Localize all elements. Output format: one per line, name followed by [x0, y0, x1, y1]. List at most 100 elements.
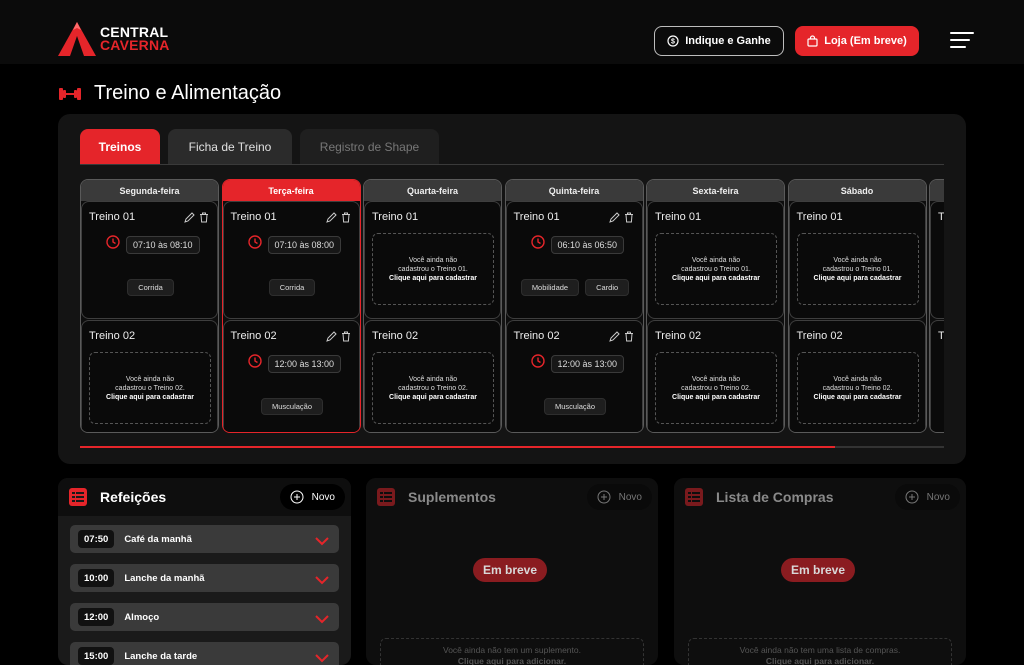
indique-e-ganhe-button[interactable]: $ Indique e Ganhe	[654, 26, 784, 56]
treino-slot[interactable]: Treino 01 Você ainda não cadastrou o Trein…	[788, 201, 926, 319]
meal-name: Café da manhã	[124, 533, 192, 545]
compras-novo-button[interactable]: Novo	[894, 484, 960, 510]
empty-treino-cta[interactable]: Você ainda não cadastrou o Treino 02. Cliq…	[372, 352, 494, 424]
treino-slot[interactable]: Treino 01 07:10 às 08:10 Corrida	[81, 201, 218, 319]
empty-message: Você ainda não	[125, 375, 175, 383]
shopping-bag-icon	[807, 35, 818, 47]
novo-label: Novo	[311, 491, 335, 503]
plus-circle-icon	[905, 490, 919, 504]
cadastrar-link[interactable]: Clique aqui para cadastrar	[373, 393, 493, 402]
meal-row[interactable]: 12:00 Almoço	[70, 603, 339, 631]
clock-icon	[247, 354, 262, 373]
day-header: Quinta-feira	[505, 180, 643, 201]
slot-actions	[325, 329, 351, 347]
loja-button[interactable]: Loja (Em breve)	[795, 26, 919, 56]
compras-header: Lista de Compras Novo	[674, 478, 966, 516]
top-bar: CENTRAL CAVERNA $ Indique e Ganhe Loja (…	[0, 0, 1024, 64]
edit-pencil-icon[interactable]	[325, 329, 337, 347]
cadastrar-link[interactable]: Clique aqui para cadastrar	[656, 393, 776, 402]
treino-slot[interactable]: Treino 01 06:10 às 06:50 Mobilidade Cardio	[505, 201, 643, 319]
lista-de-compras-card: Lista de Compras Novo Em breve Você aind…	[674, 478, 966, 665]
day-header: Segunda-feira	[81, 180, 218, 201]
cadastrar-link[interactable]: Clique aqui para cadastrar	[656, 274, 776, 283]
brand-logo[interactable]: CENTRAL CAVERNA	[58, 22, 170, 56]
chevron-down-icon[interactable]	[315, 650, 329, 665]
edit-pencil-icon[interactable]	[184, 210, 195, 228]
trash-icon[interactable]	[341, 210, 351, 228]
mountain-logo-icon	[58, 22, 96, 56]
refeicoes-novo-button[interactable]: Novo	[279, 484, 345, 510]
trash-icon[interactable]	[624, 329, 634, 347]
chevron-down-icon[interactable]	[315, 572, 329, 590]
day-column: Quinta-feira Treino 01 06:10 às 06:50 Mobil…	[504, 179, 644, 433]
empty-treino-cta[interactable]: Você ainda não cadastrou o Treino 02. Cliq…	[796, 352, 919, 424]
cadastrar-link[interactable]: Clique aqui para cadastrar	[798, 274, 918, 283]
novo-label: Novo	[618, 491, 642, 503]
week-days-scroller[interactable]: Segunda-feira Treino 01 07:10 às 08:10 Corr…	[80, 179, 944, 433]
slot-actions	[325, 210, 351, 228]
meal-row[interactable]: 07:50 Café da manhã	[70, 525, 339, 553]
clock-icon	[247, 235, 262, 254]
svg-text:$: $	[671, 39, 675, 46]
treino-slot[interactable]: Treino 02 Você ainda não cadastrou o Trein…	[364, 320, 501, 432]
empty-treino-cta[interactable]: Você ainda não cadastrou o Treino 01. Cliq…	[655, 233, 777, 305]
treino-slot[interactable]: T	[930, 201, 944, 319]
empty-message: cadastrou o Treino 01.	[398, 265, 468, 273]
empty-message: Você ainda não	[691, 375, 741, 383]
treino-slot[interactable]: Treino 02 12:00 às 13:00 Musculação	[505, 320, 643, 432]
treino-panel: Treinos Ficha de Treino Registro de Shap…	[58, 114, 966, 464]
refeicoes-title: Refeições	[100, 489, 167, 505]
empty-treino-cta[interactable]: Você ainda não cadastrou o Treino 02. Cliq…	[89, 352, 211, 424]
day-column: Quarta-feira Treino 01 Você ainda não cadas…	[363, 179, 502, 433]
scrollbar-thumb[interactable]	[80, 446, 835, 448]
activity-tag: Musculação	[543, 398, 607, 415]
edit-pencil-icon[interactable]	[608, 210, 620, 228]
hamburger-menu-icon[interactable]	[950, 32, 974, 50]
treino-slot[interactable]: Treino 01 Você ainda não cadastrou o Trein…	[364, 201, 501, 319]
cadastrar-link[interactable]: Clique aqui para cadastrar	[798, 393, 918, 402]
treino-slot[interactable]: Treino 02 Você ainda não cadastrou o Trein…	[647, 320, 784, 432]
tab-ficha-de-treino[interactable]: Ficha de Treino	[168, 129, 292, 164]
meal-row[interactable]: 15:00 Lanche da tarde	[70, 642, 339, 665]
compras-empty-state[interactable]: Você ainda não tem uma lista de compras.…	[688, 638, 952, 665]
empty-message: cadastrou o Treino 01.	[822, 265, 893, 273]
suplementos-title: Suplementos	[408, 489, 496, 505]
tab-registro-de-shape[interactable]: Registro de Shape	[300, 129, 439, 164]
treino-slot[interactable]: Treino 01 07:10 às 08:00 Corrida	[222, 201, 360, 319]
time-range: 07:10 às 08:10	[126, 235, 200, 254]
cadastrar-link[interactable]: Clique aqui para cadastrar	[373, 274, 493, 283]
time-row: 06:10 às 06:50	[530, 235, 625, 254]
edit-pencil-icon[interactable]	[325, 210, 337, 228]
treino-slot[interactable]: Treino 01 Você ainda não cadastrou o Trein…	[647, 201, 784, 319]
empty-treino-cta[interactable]: Você ainda não cadastrou o Treino 02. Cliq…	[655, 352, 777, 424]
day-header: Terça-feira	[222, 180, 360, 201]
meal-name: Lanche da manhã	[124, 572, 205, 584]
day-column: Terça-feira Treino 01 07:10 às 08:00 Corrid…	[221, 179, 361, 433]
tab-treinos[interactable]: Treinos	[80, 129, 160, 164]
chevron-down-icon[interactable]	[315, 533, 329, 551]
meal-name: Lanche da tarde	[124, 650, 198, 662]
empty-treino-cta[interactable]: Você ainda não cadastrou o Treino 01. Cliq…	[372, 233, 494, 305]
novo-label: Novo	[926, 491, 950, 503]
tag-list: Musculação	[224, 398, 360, 415]
meal-row[interactable]: 10:00 Lanche da manhã	[70, 564, 339, 592]
horizontal-scrollbar[interactable]	[80, 446, 944, 448]
empty-message: Você ainda não tem um suplemento.	[443, 645, 581, 655]
treino-slot[interactable]: Treino 02 Você ainda não cadastrou o Trein…	[81, 320, 218, 432]
treino-slot[interactable]: Treino 02 Você ainda não cadastrou o Trein…	[788, 320, 926, 432]
suplementos-novo-button[interactable]: Novo	[586, 484, 652, 510]
trash-icon[interactable]	[199, 210, 209, 228]
trash-icon[interactable]	[341, 329, 351, 347]
empty-treino-cta[interactable]: Você ainda não cadastrou o Treino 01. Cliq…	[796, 233, 919, 305]
day-column: Segunda-feira Treino 01 07:10 às 08:10 Corr…	[80, 179, 219, 433]
cadastrar-link[interactable]: Clique aqui para cadastrar	[90, 393, 210, 402]
trash-icon[interactable]	[624, 210, 634, 228]
treino-slot[interactable]: T	[930, 320, 944, 432]
treino-slot[interactable]: Treino 02 12:00 às 13:00 Musculação	[222, 320, 360, 432]
edit-pencil-icon[interactable]	[608, 329, 620, 347]
chevron-down-icon[interactable]	[315, 611, 329, 629]
empty-message: cadastrou o Treino 02.	[398, 384, 468, 392]
plus-circle-icon	[290, 490, 304, 504]
empty-message: cadastrou o Treino 01.	[681, 265, 751, 273]
suplementos-empty-state[interactable]: Você ainda não tem um suplemento. Clique…	[380, 638, 644, 665]
